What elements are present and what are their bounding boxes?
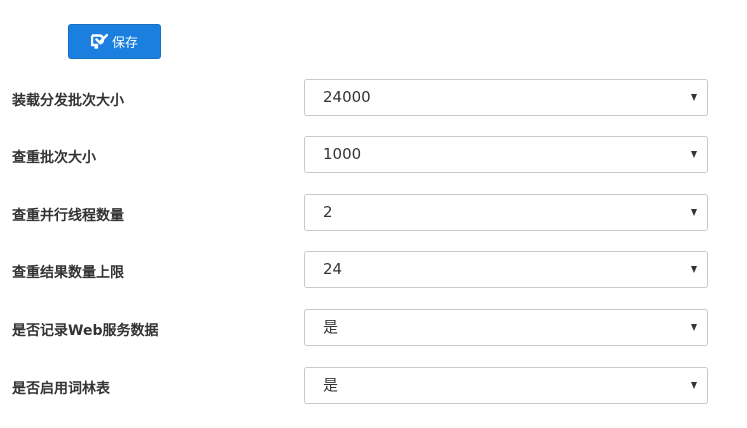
select-value: 是	[323, 376, 339, 394]
setting-row-log-web-service: 是否记录Web服务数据 是	[0, 309, 747, 346]
dedup-thread-count-select[interactable]: 2	[304, 194, 708, 231]
save-icon	[90, 33, 108, 50]
select-value: 2	[323, 203, 333, 221]
setting-label: 查重并行线程数量	[12, 208, 124, 224]
select-value: 是	[323, 318, 339, 336]
caret-down-icon	[691, 209, 697, 216]
load-batch-size-select[interactable]: 24000	[304, 79, 708, 116]
save-button[interactable]: 保存	[68, 24, 161, 59]
select-value: 1000	[323, 145, 362, 163]
setting-label: 查重结果数量上限	[12, 265, 124, 281]
setting-label: 装载分发批次大小	[12, 93, 124, 109]
setting-row-enable-thesaurus: 是否启用词林表 是	[0, 367, 747, 404]
caret-down-icon	[691, 382, 697, 389]
save-button-label: 保存	[111, 36, 138, 51]
caret-down-icon	[691, 151, 697, 158]
select-value: 24	[323, 260, 343, 278]
caret-down-icon	[691, 94, 697, 101]
dedup-result-limit-select[interactable]: 24	[304, 251, 708, 288]
setting-label: 是否记录Web服务数据	[12, 323, 159, 339]
log-web-service-select[interactable]: 是	[304, 309, 708, 346]
setting-row-dedup-thread-count: 查重并行线程数量 2	[0, 194, 747, 231]
select-value: 24000	[323, 88, 371, 106]
caret-down-icon	[691, 324, 697, 331]
setting-row-load-batch-size: 装载分发批次大小 24000	[0, 79, 747, 116]
setting-label: 查重批次大小	[12, 150, 96, 166]
enable-thesaurus-select[interactable]: 是	[304, 367, 708, 404]
setting-label: 是否启用词林表	[12, 381, 110, 397]
caret-down-icon	[691, 266, 697, 273]
setting-row-dedup-result-limit: 查重结果数量上限 24	[0, 251, 747, 288]
dedup-batch-size-select[interactable]: 1000	[304, 136, 708, 173]
settings-page: 保存 装载分发批次大小 24000 查重批次大小 1000 查重并行线程数量 2…	[0, 0, 747, 428]
setting-row-dedup-batch-size: 查重批次大小 1000	[0, 136, 747, 173]
